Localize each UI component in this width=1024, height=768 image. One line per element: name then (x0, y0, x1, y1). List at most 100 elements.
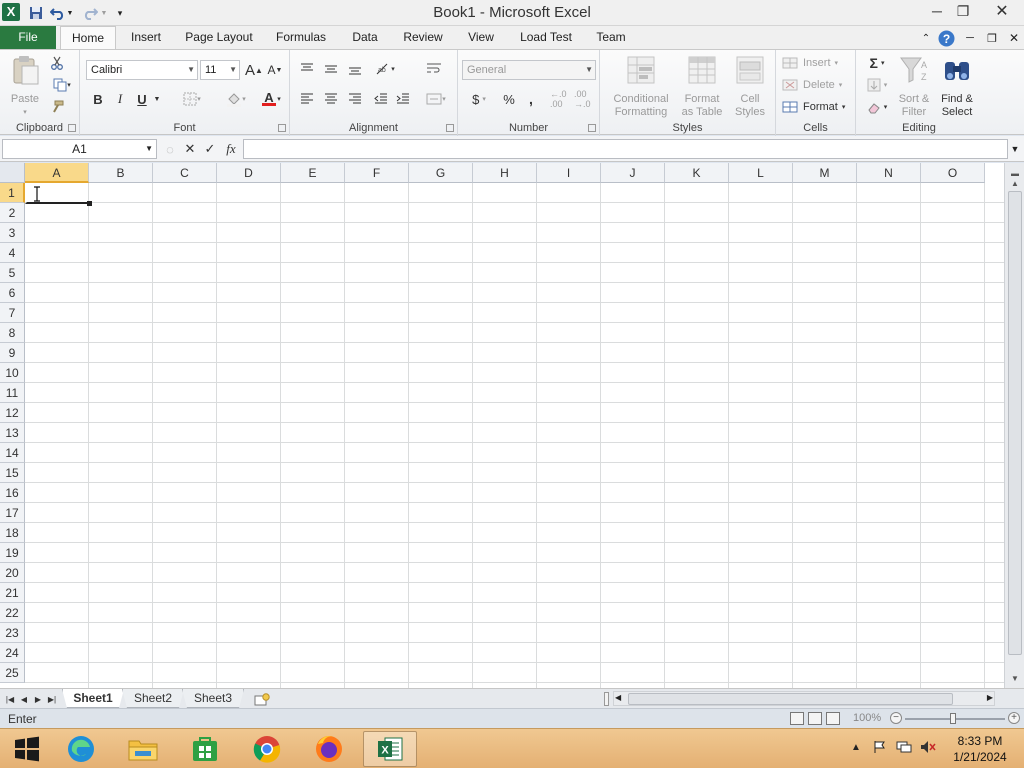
scroll-right-icon[interactable]: ▶ (987, 693, 993, 702)
horizontal-scroll-thumb[interactable] (628, 693, 953, 705)
row-header-12[interactable]: 12 (0, 403, 25, 423)
merge-center-icon[interactable]: ▾ (422, 90, 450, 108)
row-header-7[interactable]: 7 (0, 303, 25, 323)
column-header-c[interactable]: C (153, 163, 217, 183)
tab-formulas[interactable]: Formulas (268, 26, 334, 49)
comma-button[interactable]: , (524, 90, 538, 108)
row-header-25[interactable]: 25 (0, 663, 25, 683)
row-header-20[interactable]: 20 (0, 563, 25, 583)
zoom-level[interactable]: 100% (853, 712, 881, 724)
align-right-icon[interactable] (346, 90, 364, 108)
horizontal-scrollbar[interactable]: ◀ ▶ (613, 691, 995, 706)
conditional-formatting-button[interactable]: Conditional Formatting (604, 54, 678, 119)
undo-dropdown-icon[interactable]: ▼ (64, 3, 76, 23)
tab-review[interactable]: Review (396, 26, 450, 49)
decrease-indent-icon[interactable] (372, 90, 390, 108)
excel-app-icon[interactable]: X (2, 3, 20, 21)
italic-button[interactable]: I (112, 90, 128, 108)
tab-view[interactable]: View (458, 26, 504, 49)
page-break-view-icon[interactable] (826, 712, 840, 725)
shrink-font-icon[interactable]: A ▼ (266, 61, 284, 79)
bottom-align-icon[interactable] (346, 60, 364, 78)
scroll-up-icon[interactable]: ▲ (1007, 175, 1023, 191)
top-align-icon[interactable] (298, 60, 316, 78)
column-header-d[interactable]: D (217, 163, 281, 183)
insert-cells-button[interactable]: Insert ▾ (782, 54, 852, 72)
save-icon[interactable] (26, 3, 46, 23)
start-button[interactable] (0, 731, 54, 767)
increase-decimal-button[interactable]: ←.0 .00 (550, 89, 572, 109)
insert-sheet-icon[interactable] (252, 692, 272, 706)
cell-area[interactable] (25, 183, 1004, 688)
row-header-15[interactable]: 15 (0, 463, 25, 483)
scroll-down-icon[interactable]: ▼ (1007, 670, 1023, 686)
scroll-left-icon[interactable]: ◀ (615, 693, 621, 702)
column-header-e[interactable]: E (281, 163, 345, 183)
tab-split-handle[interactable] (604, 692, 609, 706)
column-header-n[interactable]: N (857, 163, 921, 183)
row-header-8[interactable]: 8 (0, 323, 25, 343)
workbook-close-icon[interactable]: ✕ (1005, 29, 1023, 47)
row-header-21[interactable]: 21 (0, 583, 25, 603)
bold-button[interactable]: B (90, 90, 106, 108)
store-icon[interactable] (178, 731, 232, 767)
tab-page-layout[interactable]: Page Layout (178, 26, 260, 49)
sheet-tab-sheet3[interactable]: Sheet3 (182, 689, 244, 708)
row-header-13[interactable]: 13 (0, 423, 25, 443)
increase-indent-icon[interactable] (394, 90, 412, 108)
align-left-icon[interactable] (298, 90, 316, 108)
wrap-text-icon[interactable] (424, 60, 444, 78)
row-header-3[interactable]: 3 (0, 223, 25, 243)
edge-icon[interactable] (54, 731, 108, 767)
system-clock[interactable]: 8:33 PM 1/21/2024 (940, 733, 1020, 765)
network-icon[interactable] (896, 739, 912, 755)
column-header-b[interactable]: B (89, 163, 153, 183)
sort-filter-button[interactable]: AZ Sort & Filter (894, 54, 934, 119)
zoom-slider-knob[interactable] (950, 713, 956, 724)
excel-taskbar-icon[interactable]: X (363, 731, 417, 767)
row-header-22[interactable]: 22 (0, 603, 25, 623)
percent-button[interactable]: % (500, 90, 518, 108)
column-header-m[interactable]: M (793, 163, 857, 183)
row-header-24[interactable]: 24 (0, 643, 25, 663)
tab-insert[interactable]: Insert (120, 26, 172, 49)
fill-color-icon[interactable]: ▾ (222, 90, 250, 108)
row-header-18[interactable]: 18 (0, 523, 25, 543)
format-cells-button[interactable]: Format ▾ (782, 98, 852, 116)
formula-input[interactable] (243, 139, 1008, 159)
row-header-11[interactable]: 11 (0, 383, 25, 403)
file-explorer-icon[interactable] (116, 731, 170, 767)
underline-dropdown-icon[interactable]: ▼ (152, 90, 162, 108)
grow-font-icon[interactable]: A ▲ (244, 61, 264, 79)
copy-icon[interactable]: ▾ (48, 76, 76, 94)
vertical-scrollbar[interactable]: ▬ ▲ ▼ (1004, 163, 1024, 688)
vertical-scroll-thumb[interactable] (1008, 191, 1022, 655)
borders-icon[interactable]: ▾ (178, 90, 206, 108)
page-layout-view-icon[interactable] (808, 712, 822, 725)
chrome-icon[interactable] (240, 731, 294, 767)
row-header-16[interactable]: 16 (0, 483, 25, 503)
format-painter-icon[interactable] (48, 98, 66, 116)
delete-cells-button[interactable]: Delete ▾ (782, 76, 852, 94)
tab-data[interactable]: Data (342, 26, 388, 49)
sheet-tab-sheet2[interactable]: Sheet2 (122, 689, 184, 708)
font-size-combo[interactable]: 11 ▼ (200, 60, 240, 80)
name-box[interactable]: A1 ▼ (2, 139, 157, 159)
column-header-f[interactable]: F (345, 163, 409, 183)
prev-sheet-icon[interactable]: ◀ (18, 692, 30, 706)
row-header-2[interactable]: 2 (0, 203, 25, 223)
clear-button[interactable]: ▾ (862, 98, 892, 116)
find-select-button[interactable]: Find & Select (936, 54, 978, 119)
fill-handle[interactable] (87, 201, 92, 206)
restore-icon[interactable]: ❐ (948, 0, 978, 22)
column-header-o[interactable]: O (921, 163, 985, 183)
row-header-9[interactable]: 9 (0, 343, 25, 363)
sheet-tab-sheet1[interactable]: Sheet1 (62, 689, 124, 708)
tab-file[interactable]: File (0, 26, 56, 49)
formula-bar-resize-icon[interactable]: ◌ (160, 139, 180, 159)
underline-button[interactable]: U (134, 90, 150, 108)
column-header-a[interactable]: A (25, 163, 89, 183)
cell-styles-button[interactable]: Cell Styles (728, 54, 772, 119)
currency-button[interactable]: $ ▾ (466, 90, 492, 108)
align-center-icon[interactable] (322, 90, 340, 108)
